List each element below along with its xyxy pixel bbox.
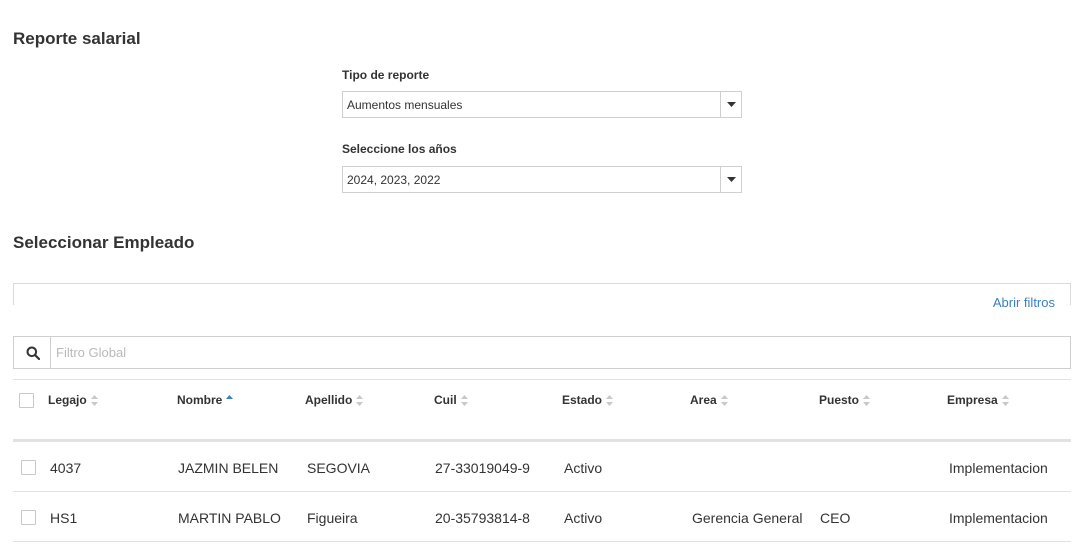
report-type-dropdown-toggle[interactable] (720, 92, 741, 117)
cell-empresa: Implementacion (949, 510, 1048, 526)
col-nombre[interactable]: Nombre (177, 393, 234, 407)
years-dropdown-toggle[interactable] (720, 167, 741, 192)
years-value: 2024, 2023, 2022 (347, 173, 441, 187)
col-nombre-label: Nombre (177, 393, 223, 407)
page-title: Reporte salarial (13, 29, 141, 48)
report-type-value: Aumentos mensuales (347, 98, 463, 112)
filters-panel (13, 283, 1071, 305)
col-empresa[interactable]: Empresa (947, 393, 1009, 407)
cell-nombre: JAZMIN BELEN (178, 460, 279, 476)
sort-icon (1001, 395, 1009, 407)
employee-section-title: Seleccionar Empleado (13, 233, 195, 252)
col-apellido-label: Apellido (305, 393, 353, 407)
col-legajo[interactable]: Legajo (48, 393, 98, 407)
global-filter (13, 336, 1071, 369)
cell-estado: Activo (564, 460, 603, 476)
table-row[interactable]: HS1 MARTIN PABLO Figueira 20-35793814-8 … (13, 492, 1071, 542)
col-estado[interactable]: Estado (562, 393, 614, 407)
table-row[interactable]: 4037 JAZMIN BELEN SEGOVIA 27-33019049-9 … (13, 442, 1071, 492)
cell-area: Gerencia General (692, 510, 803, 526)
open-filters-link[interactable]: Abrir filtros (993, 295, 1055, 310)
employees-table: Legajo Nombre Apellido Cuil Estado Area … (13, 379, 1071, 542)
col-cuil[interactable]: Cuil (434, 393, 468, 407)
col-puesto[interactable]: Puesto (819, 393, 871, 407)
report-type-select[interactable]: Aumentos mensuales (342, 91, 742, 118)
chevron-down-icon (727, 102, 736, 107)
col-area[interactable]: Area (690, 393, 728, 407)
cell-apellido: Figueira (307, 510, 358, 526)
cell-cuil: 20-35793814-8 (435, 510, 530, 526)
row-checkbox[interactable] (21, 460, 36, 475)
col-legajo-label: Legajo (48, 393, 87, 407)
chevron-down-icon (727, 177, 736, 182)
col-empresa-label: Empresa (947, 393, 998, 407)
col-apellido[interactable]: Apellido (305, 393, 364, 407)
sort-icon (720, 395, 728, 407)
sort-icon (460, 395, 468, 407)
cell-apellido: SEGOVIA (307, 460, 371, 476)
cell-cuil: 27-33019049-9 (435, 460, 530, 476)
sort-icon (863, 395, 871, 407)
col-area-label: Area (690, 393, 717, 407)
years-select[interactable]: 2024, 2023, 2022 (342, 166, 742, 193)
search-icon (26, 346, 40, 360)
global-filter-input[interactable] (52, 337, 1070, 368)
sort-icon (90, 395, 98, 407)
col-cuil-label: Cuil (434, 393, 457, 407)
select-all-checkbox[interactable] (19, 393, 34, 408)
cell-empresa: Implementacion (949, 460, 1048, 476)
sort-asc-icon (226, 395, 234, 400)
col-estado-label: Estado (562, 393, 603, 407)
cell-estado: Activo (564, 510, 603, 526)
cell-nombre: MARTIN PABLO (178, 510, 281, 526)
years-label: Seleccione los años (342, 142, 457, 156)
cell-puesto: CEO (820, 510, 851, 526)
cell-legajo: 4037 (50, 460, 82, 476)
sort-icon (606, 395, 614, 407)
cell-legajo: HS1 (50, 510, 78, 526)
report-type-label: Tipo de reporte (342, 68, 430, 82)
sort-icon (356, 395, 364, 407)
row-checkbox[interactable] (21, 510, 36, 525)
search-button[interactable] (14, 337, 51, 368)
table-header: Legajo Nombre Apellido Cuil Estado Area … (13, 379, 1071, 442)
col-puesto-label: Puesto (819, 393, 860, 407)
